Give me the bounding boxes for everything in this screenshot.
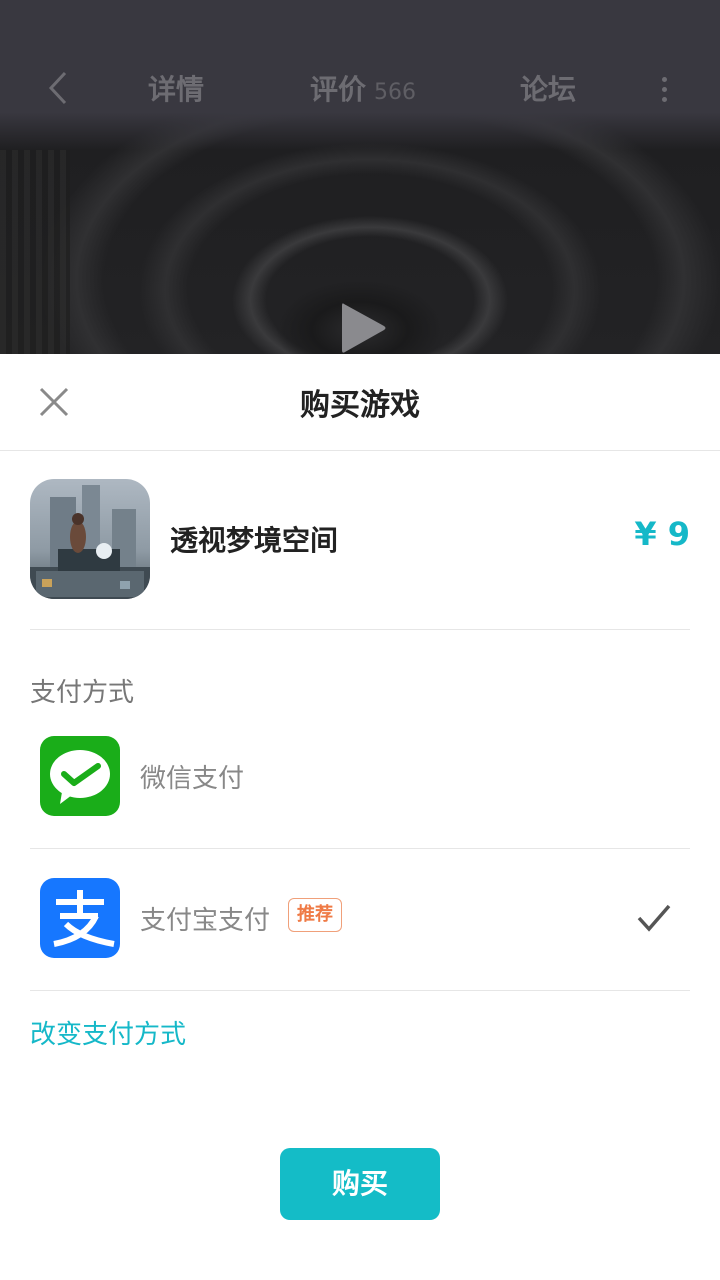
tab-detail-label: 详情 (148, 73, 205, 106)
game-name: 透视梦境空间 (170, 524, 339, 557)
video-thumbnail-edge (0, 150, 70, 354)
tab-reviews[interactable]: 评价 566 (310, 68, 416, 112)
payment-option-alipay[interactable]: 支付宝支付 推荐 (30, 850, 690, 991)
payment-option-wechat[interactable]: 微信支付 (30, 708, 690, 849)
game-price: ¥ 9 (634, 515, 690, 553)
game-artwork-icon (30, 485, 150, 599)
tab-detail[interactable]: 详情 (148, 68, 204, 112)
top-nav-bar: 详情 评价 566 论坛 (0, 0, 720, 150)
back-button[interactable] (40, 70, 76, 106)
reviews-count: 566 (374, 80, 417, 105)
app-background: 详情 评价 566 论坛 (0, 0, 720, 354)
payment-name-wechat: 微信支付 (140, 764, 245, 794)
tab-forum-label: 论坛 (520, 73, 577, 106)
checkmark-icon (636, 900, 672, 936)
payment-name-alipay: 支付宝支付 (140, 906, 271, 936)
sheet-header: 购买游戏 (0, 354, 720, 451)
payment-method-label: 支付方式 (30, 678, 135, 708)
more-vertical-icon (652, 77, 676, 102)
tab-reviews-label: 评价 (310, 73, 367, 106)
chevron-left-icon (48, 71, 67, 105)
tab-forum[interactable]: 论坛 (520, 68, 576, 112)
game-icon (30, 479, 150, 599)
alipay-icon (40, 878, 120, 958)
more-menu-button[interactable] (652, 72, 676, 108)
wechat-pay-icon (40, 736, 120, 816)
play-button[interactable] (336, 300, 392, 354)
sheet-title: 购买游戏 (300, 388, 420, 423)
purchase-sheet: 购买游戏 透视梦境空间 ¥ 9 支付方式 微信支付 支付宝支付 推荐 改变支付方… (0, 354, 720, 1280)
buy-button[interactable]: 购买 (280, 1148, 440, 1220)
recommended-badge: 推荐 (288, 898, 342, 932)
play-icon (342, 303, 386, 353)
change-payment-link[interactable]: 改变支付方式 (30, 1014, 186, 1051)
product-row: 透视梦境空间 ¥ 9 (30, 479, 690, 630)
